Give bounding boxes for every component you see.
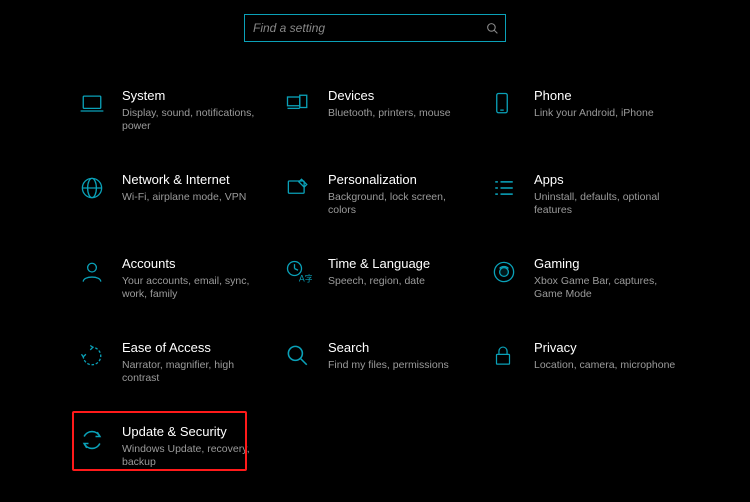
- apps-list-icon: [490, 172, 534, 204]
- tile-phone[interactable]: Phone Link your Android, iPhone: [490, 82, 696, 166]
- tile-desc: Speech, region, date: [328, 275, 430, 288]
- magnifier-icon: [284, 340, 328, 372]
- ease-of-access-icon: [78, 340, 122, 372]
- tile-search[interactable]: Search Find my files, permissions: [284, 334, 490, 418]
- lock-icon: [490, 340, 534, 372]
- tile-title: Phone: [534, 88, 654, 104]
- tile-desc: Wi-Fi, airplane mode, VPN: [122, 191, 246, 204]
- tile-desc: Narrator, magnifier, high contrast: [122, 359, 266, 385]
- tile-title: Search: [328, 340, 449, 356]
- phone-icon: [490, 88, 534, 120]
- tile-title: Ease of Access: [122, 340, 266, 356]
- tile-desc: Link your Android, iPhone: [534, 107, 654, 120]
- tile-title: System: [122, 88, 266, 104]
- tile-desc: Display, sound, notifications, power: [122, 107, 266, 133]
- tile-apps[interactable]: Apps Uninstall, defaults, optional featu…: [490, 166, 696, 250]
- tile-accounts[interactable]: Accounts Your accounts, email, sync, wor…: [78, 250, 284, 334]
- tile-update-security[interactable]: Update & Security Windows Update, recove…: [78, 418, 284, 502]
- tile-desc: Bluetooth, printers, mouse: [328, 107, 451, 120]
- tile-desc: Xbox Game Bar, captures, Game Mode: [534, 275, 678, 301]
- tile-desc: Your accounts, email, sync, work, family: [122, 275, 266, 301]
- search-icon: [479, 22, 505, 35]
- gaming-icon: [490, 256, 534, 288]
- tile-network[interactable]: Network & Internet Wi-Fi, airplane mode,…: [78, 166, 284, 250]
- search-input[interactable]: [245, 21, 479, 35]
- tile-title: Personalization: [328, 172, 472, 188]
- tile-title: Update & Security: [122, 424, 266, 440]
- tile-personalization[interactable]: Personalization Background, lock screen,…: [284, 166, 490, 250]
- tile-title: Time & Language: [328, 256, 430, 272]
- sync-icon: [78, 424, 122, 456]
- tile-title: Devices: [328, 88, 451, 104]
- tile-system[interactable]: System Display, sound, notifications, po…: [78, 82, 284, 166]
- laptop-icon: [78, 88, 122, 120]
- paintbrush-icon: [284, 172, 328, 204]
- tile-title: Network & Internet: [122, 172, 246, 188]
- tile-gaming[interactable]: Gaming Xbox Game Bar, captures, Game Mod…: [490, 250, 696, 334]
- tile-title: Gaming: [534, 256, 678, 272]
- tile-time-language[interactable]: A字 Time & Language Speech, region, date: [284, 250, 490, 334]
- time-language-icon: A字: [284, 256, 328, 288]
- tile-title: Accounts: [122, 256, 266, 272]
- devices-icon: [284, 88, 328, 120]
- tile-devices[interactable]: Devices Bluetooth, printers, mouse: [284, 82, 490, 166]
- tile-ease-of-access[interactable]: Ease of Access Narrator, magnifier, high…: [78, 334, 284, 418]
- tile-desc: Windows Update, recovery, backup: [122, 443, 266, 469]
- globe-icon: [78, 172, 122, 204]
- tile-desc: Background, lock screen, colors: [328, 191, 472, 217]
- person-icon: [78, 256, 122, 288]
- svg-text:A字: A字: [299, 273, 312, 284]
- settings-grid: System Display, sound, notifications, po…: [78, 82, 696, 502]
- tile-title: Apps: [534, 172, 678, 188]
- tile-desc: Find my files, permissions: [328, 359, 449, 372]
- tile-desc: Location, camera, microphone: [534, 359, 675, 372]
- search-box[interactable]: [244, 14, 506, 42]
- tile-title: Privacy: [534, 340, 675, 356]
- tile-privacy[interactable]: Privacy Location, camera, microphone: [490, 334, 696, 418]
- tile-desc: Uninstall, defaults, optional features: [534, 191, 678, 217]
